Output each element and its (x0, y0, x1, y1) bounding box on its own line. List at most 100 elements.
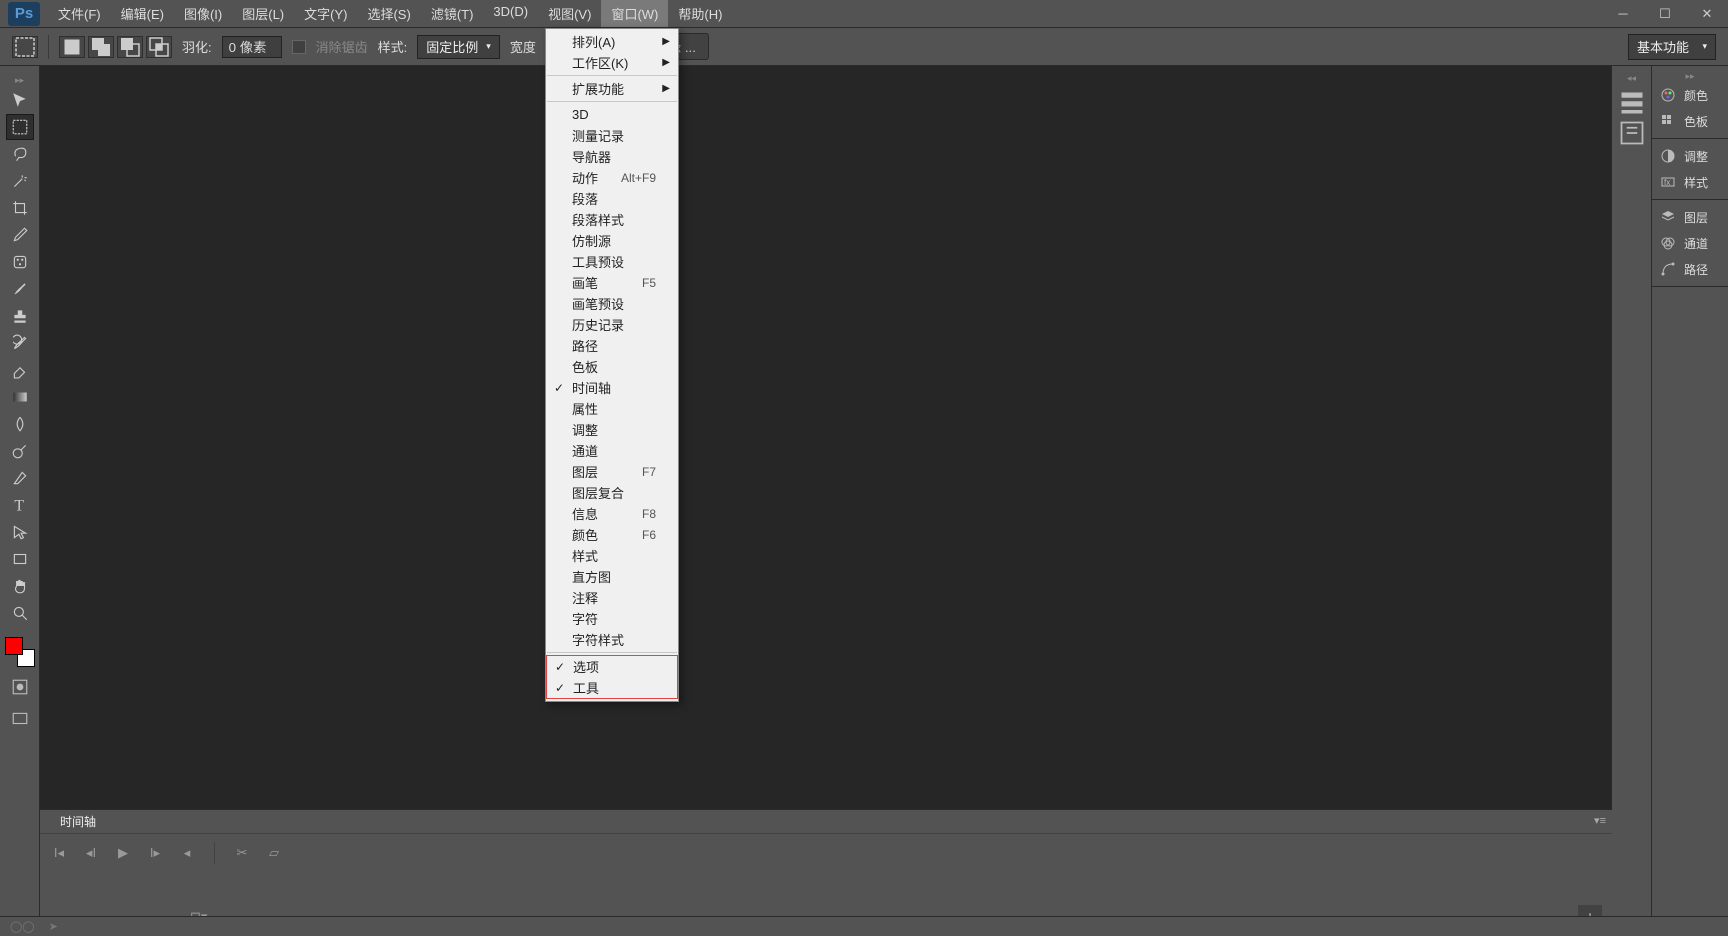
menuitem-样式[interactable]: 样式 (546, 545, 678, 566)
move-tool[interactable] (6, 87, 34, 113)
menuitem-字符[interactable]: 字符 (546, 608, 678, 629)
menuitem-注释[interactable]: 注释 (546, 587, 678, 608)
panel-layers[interactable]: 图层 (1652, 204, 1728, 230)
panel-channels[interactable]: 通道 (1652, 230, 1728, 256)
menuitem-工具预设[interactable]: 工具预设 (546, 251, 678, 272)
menuitem-路径[interactable]: 路径 (546, 335, 678, 356)
feather-input[interactable] (222, 36, 282, 58)
close-button[interactable]: ✕ (1686, 2, 1728, 26)
panel-swatches[interactable]: 色板 (1652, 108, 1728, 134)
menuitem-仿制源[interactable]: 仿制源 (546, 230, 678, 251)
menuitem-字符样式[interactable]: 字符样式 (546, 629, 678, 650)
foreground-color-swatch[interactable] (5, 637, 23, 655)
stamp-tool[interactable] (6, 303, 34, 329)
menuitem-选项[interactable]: ✓选项 (547, 656, 677, 677)
next-frame-icon[interactable]: I▸ (146, 844, 164, 862)
pen-tool[interactable] (6, 465, 34, 491)
menu-视图[interactable]: 视图(V) (538, 0, 601, 27)
minimize-button[interactable]: ─ (1602, 2, 1644, 26)
quickmask-icon[interactable] (6, 674, 34, 700)
menuitem-历史记录[interactable]: 历史记录 (546, 314, 678, 335)
panel-paths[interactable]: 路径 (1652, 256, 1728, 282)
menuitem-色板[interactable]: 色板 (546, 356, 678, 377)
menuitem-测量记录[interactable]: 测量记录 (546, 125, 678, 146)
screenmode-icon[interactable] (6, 706, 34, 732)
marquee-tool-icon[interactable] (12, 36, 38, 58)
cut-icon[interactable]: ✂ (233, 844, 251, 862)
first-frame-icon[interactable]: I◂ (50, 844, 68, 862)
antialias-checkbox[interactable] (292, 40, 306, 54)
panel-styles[interactable]: fx样式 (1652, 169, 1728, 195)
menuitem-动作[interactable]: 动作Alt+F9 (546, 167, 678, 188)
menuitem-段落样式[interactable]: 段落样式 (546, 209, 678, 230)
panel-adjustments[interactable]: 调整 (1652, 143, 1728, 169)
menuitem-通道[interactable]: 通道 (546, 440, 678, 461)
menuitem-工具[interactable]: ✓工具 (547, 677, 677, 698)
menu-文件[interactable]: 文件(F) (48, 0, 111, 27)
menuitem-工作区(K)[interactable]: 工作区(K)▶ (546, 52, 678, 73)
menuitem-段落[interactable]: 段落 (546, 188, 678, 209)
crop-tool[interactable] (6, 195, 34, 221)
menuitem-画笔预设[interactable]: 画笔预设 (546, 293, 678, 314)
menu-滤镜[interactable]: 滤镜(T) (421, 0, 484, 27)
prev-frame-icon[interactable]: ◂I (82, 844, 100, 862)
panel-collapse-icon[interactable]: ▸▸ (1652, 70, 1728, 82)
menu-图层[interactable]: 图层(L) (232, 0, 294, 27)
selection-subtract-icon[interactable] (117, 36, 143, 58)
eyedropper-tool[interactable] (6, 222, 34, 248)
menuitem-信息[interactable]: 信息F8 (546, 503, 678, 524)
menuitem-颜色[interactable]: 颜色F6 (546, 524, 678, 545)
workspace-selector[interactable]: 基本功能▾ (1628, 34, 1716, 60)
menuitem-图层复合[interactable]: 图层复合 (546, 482, 678, 503)
menuitem-图层[interactable]: 图层F7 (546, 461, 678, 482)
eraser-tool[interactable] (6, 357, 34, 383)
menu-帮助[interactable]: 帮助(H) (668, 0, 732, 27)
style-select[interactable]: 固定比例▾ (417, 35, 500, 59)
menu-窗口[interactable]: 窗口(W) (601, 0, 668, 27)
history-panel-icon[interactable] (1618, 90, 1646, 116)
lasso-tool[interactable] (6, 141, 34, 167)
strip-collapse-icon[interactable]: ◂◂ (1612, 72, 1651, 84)
selection-add-icon[interactable] (88, 36, 114, 58)
canvas[interactable] (40, 66, 1612, 936)
timeline-tab[interactable]: 时间轴 (50, 810, 106, 833)
menu-3d[interactable]: 3D(D) (483, 0, 538, 27)
magic-wand-tool[interactable] (6, 168, 34, 194)
menuitem-调整[interactable]: 调整 (546, 419, 678, 440)
dodge-tool[interactable] (6, 438, 34, 464)
menu-选择[interactable]: 选择(S) (357, 0, 420, 27)
menuitem-直方图[interactable]: 直方图 (546, 566, 678, 587)
menuitem-排列(A)[interactable]: 排列(A)▶ (546, 31, 678, 52)
properties-panel-icon[interactable] (1618, 120, 1646, 146)
maximize-button[interactable]: ☐ (1644, 2, 1686, 26)
menu-图像[interactable]: 图像(I) (174, 0, 232, 27)
history-brush-tool[interactable] (6, 330, 34, 356)
panel-color[interactable]: 颜色 (1652, 82, 1728, 108)
gradient-tool[interactable] (6, 384, 34, 410)
type-tool[interactable]: T (6, 492, 34, 518)
marquee-tool[interactable] (6, 114, 34, 140)
toolbox-collapse-icon[interactable]: ▸▸ (0, 74, 39, 86)
brush-tool[interactable] (6, 276, 34, 302)
menuitem-扩展功能[interactable]: 扩展功能▶ (546, 78, 678, 99)
selection-new-icon[interactable] (59, 36, 85, 58)
play-icon[interactable]: ▶ (114, 844, 132, 862)
rectangle-tool[interactable] (6, 546, 34, 572)
menuitem-时间轴[interactable]: ✓时间轴 (546, 377, 678, 398)
zoom-tool[interactable] (6, 600, 34, 626)
panel-menu-icon[interactable]: ▾≡ (1594, 814, 1606, 827)
color-swatches[interactable] (5, 637, 35, 667)
menuitem-属性[interactable]: 属性 (546, 398, 678, 419)
menuitem-导航器[interactable]: 导航器 (546, 146, 678, 167)
healing-tool[interactable] (6, 249, 34, 275)
menu-文字[interactable]: 文字(Y) (294, 0, 357, 27)
prev-keyframe-icon[interactable]: ◂ (178, 844, 196, 862)
status-sync-icon[interactable]: ◯◯ (10, 920, 35, 933)
menu-编辑[interactable]: 编辑(E) (111, 0, 174, 27)
transition-icon[interactable]: ▱ (265, 844, 283, 862)
path-select-tool[interactable] (6, 519, 34, 545)
menuitem-3D[interactable]: 3D (546, 104, 678, 125)
menuitem-画笔[interactable]: 画笔F5 (546, 272, 678, 293)
blur-tool[interactable] (6, 411, 34, 437)
selection-intersect-icon[interactable] (146, 36, 172, 58)
